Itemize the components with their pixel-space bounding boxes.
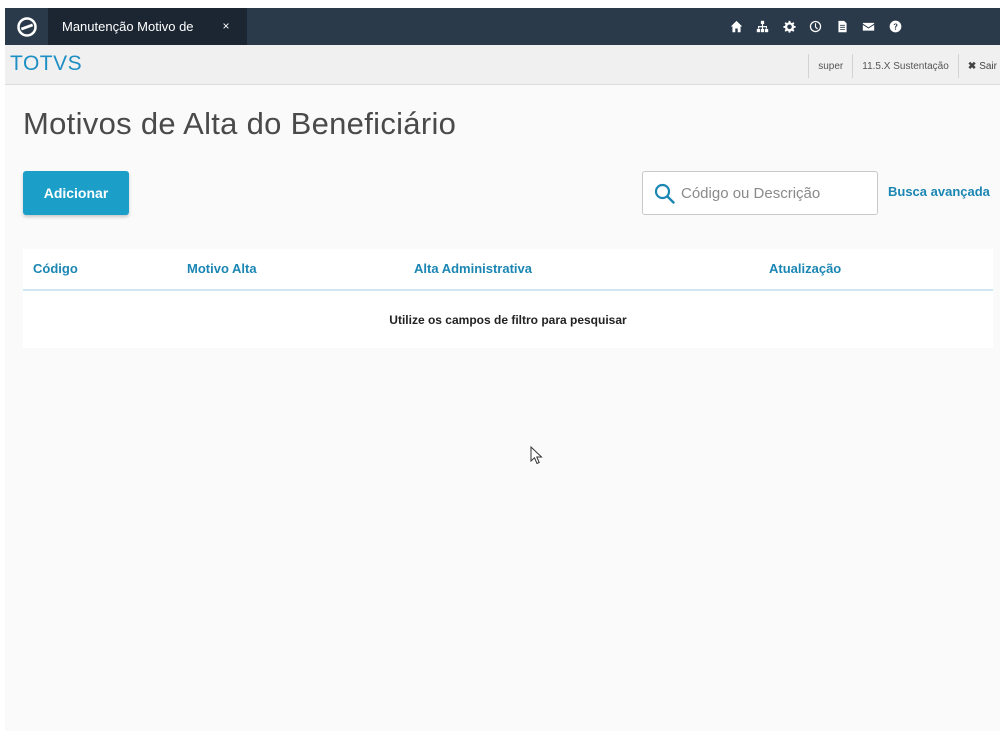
logout-label: Sair	[979, 60, 997, 72]
tab-manutencao-motivo[interactable]: Manutenção Motivo de ×	[48, 8, 247, 45]
results-table: Código Motivo Alta Alta Administrativa A…	[23, 249, 993, 348]
user-name[interactable]: super	[808, 54, 852, 78]
column-header-codigo[interactable]: Código	[33, 261, 78, 276]
logout-button[interactable]: ✖ Sair	[957, 54, 1000, 78]
page-title: Motivos de Alta do Beneficiário	[23, 106, 457, 141]
column-header-motivo-alta[interactable]: Motivo Alta	[187, 261, 257, 276]
sitemap-icon[interactable]	[750, 8, 777, 45]
document-icon[interactable]	[829, 8, 856, 45]
advanced-search-link[interactable]: Busca avançada	[888, 184, 990, 199]
toolbar-icons	[723, 8, 909, 45]
user-info: super 11.5.X Sustentação ✖ Sair	[808, 54, 1000, 78]
close-icon: ✖	[967, 60, 977, 72]
close-tab-icon[interactable]: ×	[219, 19, 233, 33]
search-icon[interactable]	[654, 183, 675, 204]
app-window: Manutenção Motivo de × TOTVS super 11.5.…	[5, 8, 1000, 731]
mouse-cursor-icon	[530, 446, 543, 465]
mail-icon[interactable]	[856, 8, 883, 45]
search-box[interactable]	[642, 171, 878, 215]
table-header: Código Motivo Alta Alta Administrativa A…	[23, 249, 993, 291]
home-icon[interactable]	[723, 8, 750, 45]
search-input[interactable]	[681, 180, 871, 206]
tab-label: Manutenção Motivo de	[62, 19, 194, 34]
brand-logo-text: TOTVS	[10, 52, 83, 75]
brand-bar: TOTVS super 11.5.X Sustentação ✖ Sair	[5, 45, 1000, 85]
column-header-atualizacao[interactable]: Atualização	[769, 261, 841, 276]
add-button[interactable]: Adicionar	[23, 171, 129, 215]
top-navigation-bar: Manutenção Motivo de ×	[5, 8, 1000, 45]
clock-icon[interactable]	[803, 8, 830, 45]
totvs-logo-icon[interactable]	[5, 8, 48, 45]
column-header-alta-administrativa[interactable]: Alta Administrativa	[414, 261, 532, 276]
empty-message: Utilize os campos de filtro para pesquis…	[389, 313, 627, 327]
help-icon[interactable]	[882, 8, 909, 45]
environment-label[interactable]: 11.5.X Sustentação	[852, 54, 958, 78]
settings-icon[interactable]	[776, 8, 803, 45]
